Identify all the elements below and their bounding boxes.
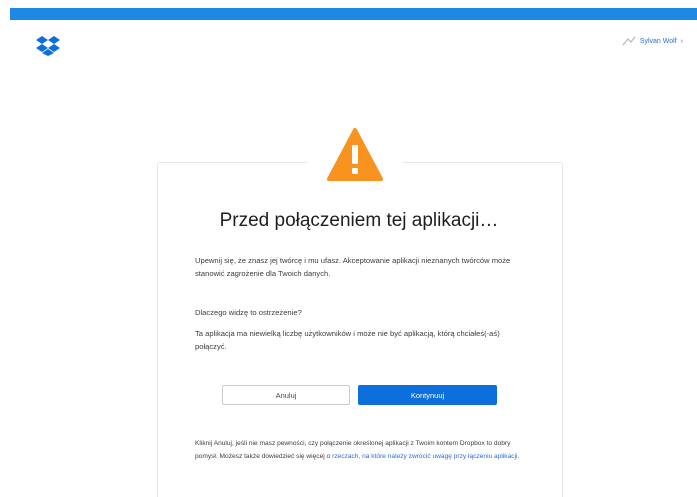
continue-button[interactable]: Kontynuuj (358, 385, 497, 405)
dialog-footer-note: Kliknij Anuluj, jeśli nie masz pewności,… (195, 438, 531, 463)
user-avatar-icon (622, 36, 636, 46)
dropbox-logo-svg (36, 36, 60, 56)
dialog-paragraph-reason: Ta aplikacja ma niewielką liczbę użytkow… (195, 329, 500, 351)
warning-icon-container (307, 122, 403, 188)
top-accent-bar (0, 0, 697, 20)
warning-triangle-icon (327, 128, 383, 181)
top-accent-bar-fill (10, 8, 697, 20)
learn-more-link[interactable]: rzeczach, na które należy zwrócić uwagę … (332, 453, 519, 460)
user-name: Sylvan Wolf (639, 37, 677, 45)
user-chevron-icon: › (680, 37, 683, 45)
page: Sylvan Wolf › Przed połączeniem tej apli… (0, 0, 697, 497)
user-account-menu[interactable]: Sylvan Wolf › (622, 34, 683, 48)
cancel-button[interactable]: Anuluj (222, 385, 350, 405)
dialog-title: Przed połączeniem tej aplikacji… (219, 210, 499, 231)
dialog-question: Dlaczego widzę to ostrzeżenie? (195, 308, 302, 317)
dropbox-logo-icon[interactable] (36, 36, 60, 56)
dialog-paragraph-trust: Upewnij się, że znasz jej twórcę i mu uf… (195, 256, 511, 278)
